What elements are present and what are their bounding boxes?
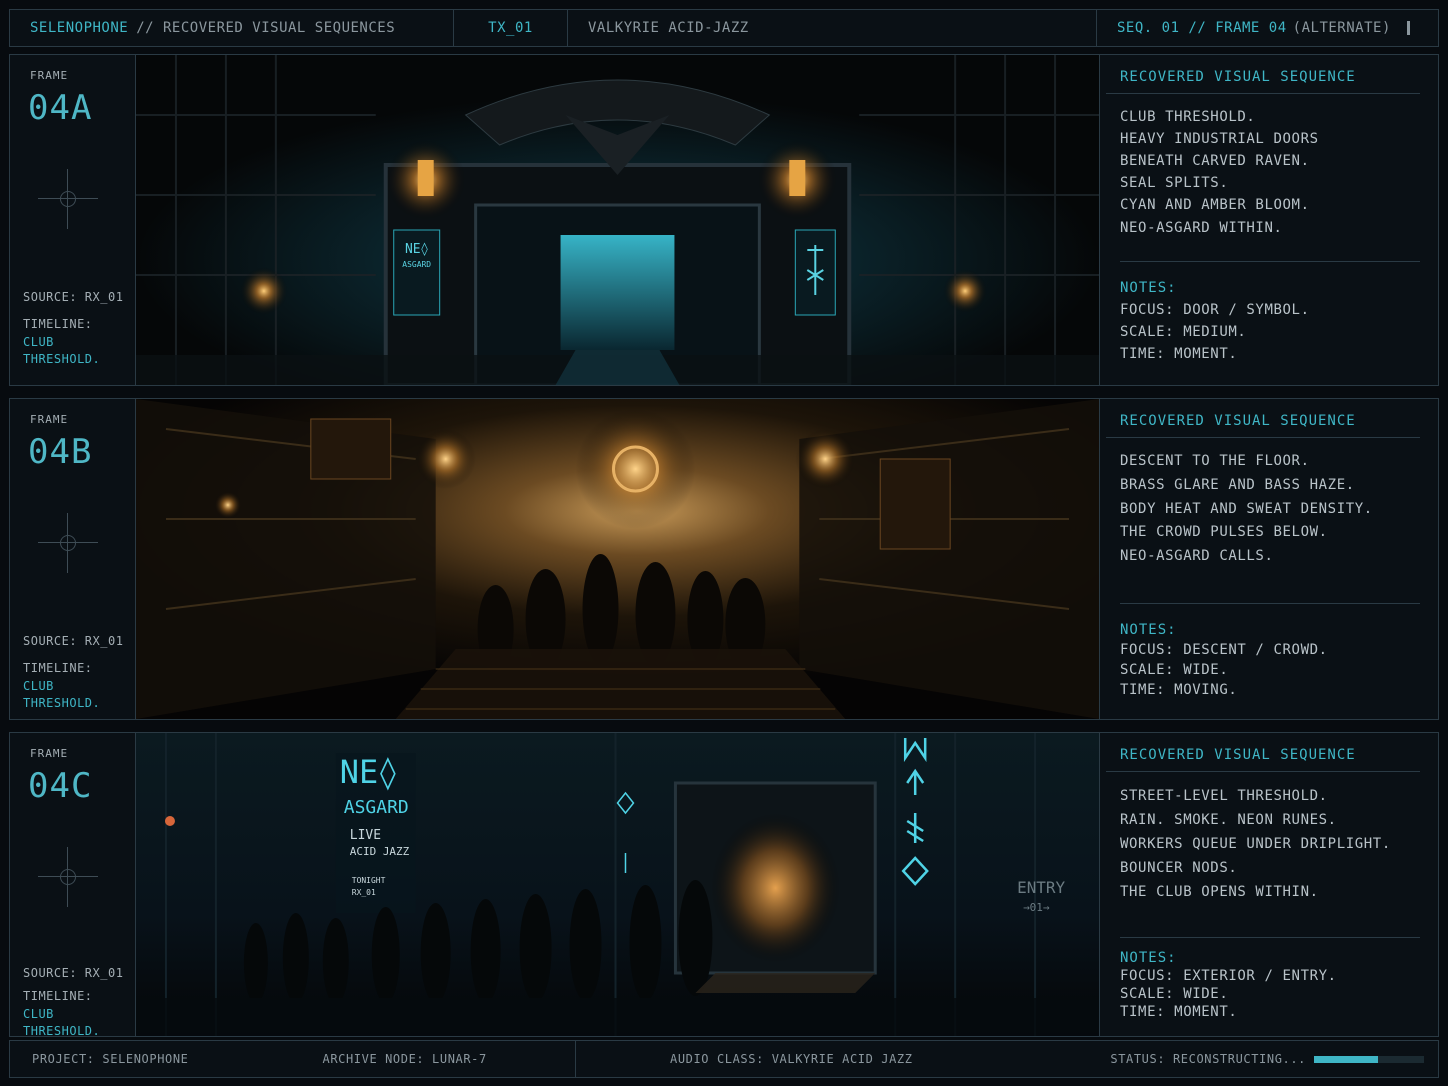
app-title-cell: SELENOPHONE // RECOVERED VISUAL SEQUENCE…: [10, 10, 454, 46]
timeline-label: TIMELINE:: [23, 661, 93, 676]
status-text: STATUS: RECONSTRUCTING...: [1110, 1052, 1306, 1066]
desc-line: WORKERS QUEUE UNDER DRIPLIGHT.: [1120, 836, 1391, 853]
notes-line: FOCUS: DESCENT / CROWD.: [1120, 642, 1328, 658]
frame-info: FRAME 04C SOURCE: RX_01 TIMELINE: CLUB T…: [10, 733, 136, 1038]
timeline-value: CLUB THRESHOLD.: [23, 1006, 101, 1039]
notes-section: NOTES: FOCUS: DESCENT / CROWD. SCALE: WI…: [1120, 603, 1420, 707]
desc-line: SEAL SPLITS.: [1120, 175, 1229, 192]
desc-line: CYAN AND AMBER BLOOM.: [1120, 197, 1310, 214]
live-sign: LIVE: [350, 828, 381, 843]
entry-sign: ENTRY: [1017, 878, 1065, 897]
source-text: SOURCE: RX_01: [23, 634, 124, 648]
frame-description: RECOVERED VISUAL SEQUENCE CLUB THRESHOLD…: [1100, 55, 1438, 385]
desc-line: THE CLUB OPENS WITHIN.: [1120, 884, 1319, 901]
notes-section: NOTES: FOCUS: DOOR / SYMBOL. SCALE: MEDI…: [1120, 261, 1420, 373]
transmission-id: TX_01: [454, 10, 568, 46]
frame-image-04a[interactable]: NE◊ ASGARD: [136, 55, 1100, 385]
sequence-text: DESCENT TO THE FLOOR. BRASS GLARE AND BA…: [1106, 438, 1420, 569]
neo-neon-sign: NE◊: [340, 753, 398, 791]
desc-line: BENEATH CARVED RAVEN.: [1120, 153, 1310, 170]
rx-sign: RX_01: [352, 888, 376, 897]
frame-label: FRAME: [30, 69, 69, 82]
progress-bar: [1314, 1055, 1424, 1063]
sequence-heading: RECOVERED VISUAL SEQUENCE: [1106, 399, 1420, 438]
crosshair-icon: [38, 169, 98, 229]
cursor-tick-icon: [1406, 21, 1410, 35]
notes-line: SCALE: MEDIUM.: [1120, 324, 1247, 340]
frame-id: 04C: [28, 766, 93, 806]
notes-label: NOTES:: [1120, 622, 1177, 638]
frame-image-04b[interactable]: [136, 399, 1100, 719]
status-cell: STATUS: RECONSTRUCTING...: [1110, 1041, 1438, 1077]
project-text: PROJECT: SELENOPHONE: [32, 1052, 189, 1066]
notes-line: FOCUS: EXTERIOR / ENTRY.: [1120, 968, 1337, 984]
notes-line: TIME: MOVING.: [1120, 682, 1238, 698]
top-bar: SELENOPHONE // RECOVERED VISUAL SEQUENCE…: [9, 9, 1439, 47]
tonight-sign: TONIGHT: [352, 876, 386, 885]
crosshair-icon: [38, 513, 98, 573]
frame-meta: SOURCE: RX_01 TIMELINE: CLUB THRESHOLD.: [23, 633, 135, 713]
timeline-value: CLUB THRESHOLD.: [23, 334, 101, 367]
frame-info: FRAME 04A SOURCE: RX_01 TIMELINE: CLUB T…: [10, 55, 136, 385]
notes-label: NOTES:: [1120, 280, 1177, 296]
frame-label: FRAME: [30, 413, 69, 426]
sequence-text: CLUB THRESHOLD. HEAVY INDUSTRIAL DOORS B…: [1106, 94, 1420, 239]
progress-fill: [1314, 1055, 1378, 1063]
neo-sign-text: NE◊: [405, 242, 429, 257]
source-text: SOURCE: RX_01: [23, 290, 124, 304]
notes-line: SCALE: WIDE.: [1120, 662, 1229, 678]
footer-project-cell: PROJECT: SELENOPHONE ARCHIVE NODE: LUNAR…: [10, 1041, 576, 1077]
desc-line: BODY HEAT AND SWEAT DENSITY.: [1120, 500, 1373, 517]
notes-line: SCALE: WIDE.: [1120, 986, 1229, 1002]
notes-line: FOCUS: DOOR / SYMBOL.: [1120, 302, 1310, 318]
section-title: // RECOVERED VISUAL SEQUENCES: [136, 20, 396, 36]
notes-line: TIME: MOMENT.: [1120, 346, 1238, 362]
frame-description: RECOVERED VISUAL SEQUENCE DESCENT TO THE…: [1100, 399, 1438, 719]
desc-line: STREET-LEVEL THRESHOLD.: [1120, 788, 1328, 804]
app-name: SELENOPHONE: [30, 20, 129, 36]
frame-panel-04b: FRAME 04B SOURCE: RX_01 TIMELINE: CLUB T…: [9, 398, 1439, 720]
archive-node-text: ARCHIVE NODE: LUNAR-7: [322, 1052, 487, 1066]
track-title: VALKYRIE ACID-JAZZ: [568, 10, 1097, 46]
frame-id: 04B: [28, 432, 93, 472]
frame-meta: SOURCE: RX_01 TIMELINE: CLUB THRESHOLD.: [23, 965, 135, 1041]
desc-line: HEAVY INDUSTRIAL DOORS: [1120, 131, 1319, 148]
sequence-text: STREET-LEVEL THRESHOLD. RAIN. SMOKE. NEO…: [1106, 772, 1420, 904]
desc-line: RAIN. SMOKE. NEON RUNES.: [1120, 812, 1337, 829]
desc-line: THE CROWD PULSES BELOW.: [1120, 524, 1328, 541]
sequence-heading: RECOVERED VISUAL SEQUENCE: [1106, 55, 1420, 94]
entry-sub-sign: →01→: [1023, 901, 1050, 914]
audio-class-text: AUDIO CLASS: VALKYRIE ACID JAZZ: [670, 1052, 913, 1066]
frame-meta: SOURCE: RX_01 TIMELINE: CLUB THRESHOLD.: [23, 289, 135, 369]
timeline-value: CLUB THRESHOLD.: [23, 678, 101, 711]
frame-image-04c[interactable]: NE◊ ASGARD LIVE ACID JAZZ TONIGHT RX_01 …: [136, 733, 1100, 1036]
notes-section: NOTES: FOCUS: EXTERIOR / ENTRY. SCALE: W…: [1120, 937, 1420, 1020]
frame-panel-04a: FRAME 04A SOURCE: RX_01 TIMELINE: CLUB T…: [9, 54, 1439, 386]
notes-line: TIME: MOMENT.: [1120, 1004, 1238, 1020]
frame-description: RECOVERED VISUAL SEQUENCE STREET-LEVEL T…: [1100, 733, 1438, 1036]
frame-info: FRAME 04B SOURCE: RX_01 TIMELINE: CLUB T…: [10, 399, 136, 719]
source-text: SOURCE: RX_01: [23, 966, 124, 980]
frame-label: FRAME: [30, 747, 69, 760]
timeline-label: TIMELINE:: [23, 317, 93, 332]
status-bar: PROJECT: SELENOPHONE ARCHIVE NODE: LUNAR…: [9, 1040, 1439, 1078]
desc-line: BOUNCER NODS.: [1120, 860, 1238, 877]
notes-label: NOTES:: [1120, 950, 1177, 966]
sequence-alt: (ALTERNATE): [1292, 20, 1391, 36]
sequence-heading: RECOVERED VISUAL SEQUENCE: [1106, 733, 1420, 772]
desc-line: DESCENT TO THE FLOOR.: [1120, 453, 1310, 469]
sequence-frame: SEQ. 01 // FRAME 04: [1117, 20, 1287, 36]
asgard-neon-sign: ASGARD: [344, 797, 409, 818]
desc-line: NEO-ASGARD CALLS.: [1120, 548, 1274, 565]
desc-line: NEO-ASGARD WITHIN.: [1120, 219, 1283, 236]
sequence-indicator: SEQ. 01 // FRAME 04 (ALTERNATE): [1097, 10, 1438, 46]
desc-line: CLUB THRESHOLD.: [1120, 109, 1256, 125]
timeline-label: TIMELINE:: [23, 989, 93, 1004]
asgard-sign-text: ASGARD: [402, 260, 431, 269]
crosshair-icon: [38, 847, 98, 907]
desc-line: BRASS GLARE AND BASS HAZE.: [1120, 476, 1355, 493]
frame-panel-04c: FRAME 04C SOURCE: RX_01 TIMELINE: CLUB T…: [9, 732, 1439, 1038]
frame-id: 04A: [28, 88, 93, 128]
acid-jazz-sign: ACID JAZZ: [350, 845, 410, 858]
